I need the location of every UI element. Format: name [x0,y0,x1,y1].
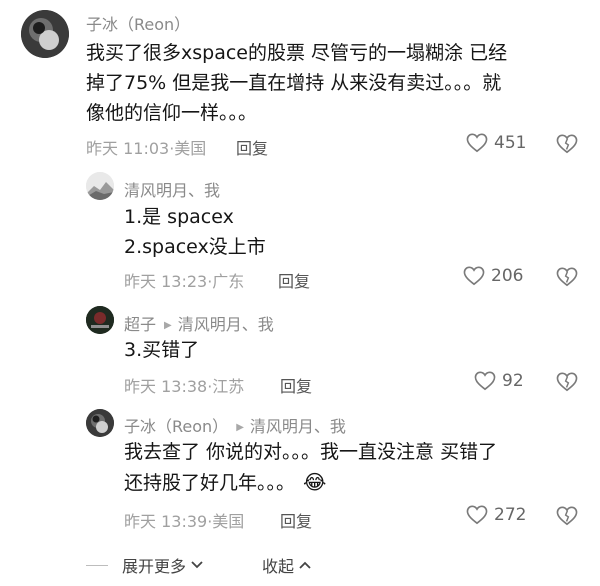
like-count: 272 [494,505,527,525]
dislike-button[interactable] [556,134,578,158]
avatar-image [86,172,114,200]
avatar[interactable] [21,10,69,58]
dislike-button[interactable] [556,506,578,530]
dislike-heart-icon [556,506,578,526]
avatar[interactable] [86,306,114,334]
reply-to-name[interactable]: 清风明月、我 [250,417,346,436]
author-name[interactable]: 子冰（Reon） [124,417,228,436]
comment-line: 掉了75% 但是我一直在增持 从来没有卖过。。。就 [86,72,502,94]
comment-meta: 昨天 13:38·江苏 [124,377,245,396]
comment-line: 还持股了好几年。。。 😂 [124,467,497,498]
heart-icon [466,505,488,525]
comment-line-text: 还持股了好几年。。。 [124,472,296,494]
comment-author: 超子 ▶ 清风明月、我 [124,311,274,335]
dislike-button[interactable] [556,267,578,291]
avatar-image [21,10,69,58]
dislike-heart-icon [556,372,578,392]
comment-author: 子冰（Reon） ▶ 清风明月、我 [124,413,346,437]
chevron-up-icon [299,561,311,569]
comment-line: 3.买错了 [124,339,200,361]
dislike-heart-icon [556,134,578,154]
heart-icon [474,371,496,391]
expand-more-label: 展开更多 [122,557,187,576]
avatar-image [86,409,114,437]
reply-to-name[interactable]: 清风明月、我 [178,315,274,334]
author-name[interactable]: 超子 [124,315,156,334]
like-button[interactable]: 451 [466,133,526,153]
comment-body: 我去查了 你说的对。。。我一直没注意 买错了 还持股了好几年。。。 😂 [124,437,497,498]
comment-line: 我买了很多xspace的股票 尽管亏的一塌糊涂 已经 [86,42,508,64]
divider-line [86,564,108,566]
comment-body: 1.是 spacex 2.spacex没上市 [124,202,266,262]
collapse-label: 收起 [262,557,295,576]
comment-body: 3.买错了 [124,335,199,365]
reply-button[interactable]: 回复 [280,373,312,397]
comment-line: 我去查了 你说的对。。。我一直没注意 买错了 [124,441,498,463]
heart-icon [466,133,488,153]
comment-meta: 昨天 11:03·美国 [86,139,207,158]
reply-button[interactable]: 回复 [280,508,312,532]
expand-more-button[interactable]: 展开更多 [86,553,204,577]
laughing-emoji: 😂 [303,470,327,494]
comment-meta: 昨天 13:23·广东 [124,272,245,291]
comment-line: 像他的信仰一样。。。 [86,102,258,124]
dislike-button[interactable] [556,372,578,396]
comment-line: 1.是 spacex [124,206,234,228]
reply-arrow-icon: ▶ [164,320,172,331]
comment-body: 我买了很多xspace的股票 尽管亏的一塌糊涂 已经 掉了75% 但是我一直在增… [86,38,507,128]
comment-meta: 昨天 13:39·美国 [124,512,245,531]
avatar[interactable] [86,172,114,200]
heart-icon [463,266,485,286]
like-button[interactable]: 272 [466,505,526,525]
comment-line: 2.spacex没上市 [124,236,266,258]
like-count: 451 [494,133,527,153]
collapse-button[interactable]: 收起 [262,553,312,577]
reply-button[interactable]: 回复 [236,135,268,159]
comment-author[interactable]: 清风明月、我 [124,177,220,201]
like-count: 92 [502,371,524,391]
reply-arrow-icon: ▶ [236,422,244,433]
chevron-down-icon [191,561,203,569]
comment-author[interactable]: 子冰（Reon） [86,11,190,35]
dislike-heart-icon [556,267,578,287]
like-button[interactable]: 206 [463,266,523,286]
reply-button[interactable]: 回复 [278,268,310,292]
like-button[interactable]: 92 [474,371,524,391]
avatar[interactable] [86,409,114,437]
avatar-image [86,306,114,334]
like-count: 206 [491,266,524,286]
